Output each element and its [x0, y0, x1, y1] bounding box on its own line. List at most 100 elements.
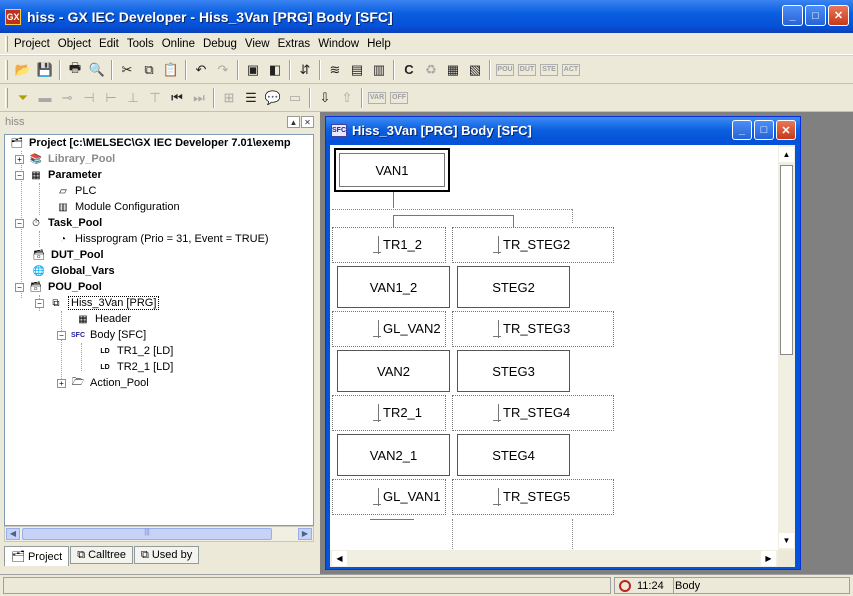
tree-item-task-pool[interactable]: − ⏱ Task_Pool: [15, 215, 102, 231]
new-step-icon[interactable]: STE: [540, 63, 558, 76]
header-icon[interactable]: ▭: [284, 87, 306, 109]
list-icon[interactable]: ☰: [240, 87, 262, 109]
tree-item-plc[interactable]: ▱ PLC: [55, 183, 96, 199]
import-icon[interactable]: ⇩: [314, 87, 336, 109]
redo-icon[interactable]: ↷: [212, 59, 234, 81]
copy-icon[interactable]: ⧉: [138, 59, 160, 81]
sfc-step-van2[interactable]: VAN2: [337, 350, 450, 392]
tab-used-by[interactable]: ⧉ Used by: [133, 546, 200, 564]
scroll-up-icon[interactable]: ▲: [779, 147, 794, 162]
new-dut-icon[interactable]: DUT: [518, 63, 536, 76]
sfc-transition-tr-steg5[interactable]: TR_STEG5: [452, 479, 614, 515]
compile-icon[interactable]: ≋: [324, 59, 346, 81]
scroll-left-icon[interactable]: ◀: [6, 528, 20, 540]
export-icon[interactable]: ⇧: [336, 87, 358, 109]
tree-horizontal-scrollbar[interactable]: ◀ ||| ▶: [4, 526, 314, 542]
variables-icon[interactable]: VAR: [368, 91, 386, 104]
collapse-icon[interactable]: −: [15, 282, 24, 292]
maximize-button[interactable]: □: [805, 5, 826, 26]
tab-project[interactable]: 🗂 Project: [4, 546, 70, 566]
offline-icon[interactable]: OFF: [390, 91, 408, 104]
expand-icon[interactable]: +: [15, 154, 24, 164]
tree-item-dut-pool[interactable]: 🗃 DUT_Pool: [31, 247, 104, 263]
comment-icon[interactable]: 💬: [262, 87, 284, 109]
sfc-transition-tr-steg2[interactable]: TR_STEG2: [452, 227, 614, 263]
toolbar-grip[interactable]: [5, 87, 8, 108]
tree-item-tr1-2[interactable]: LD TR1_2 [LD]: [97, 343, 173, 359]
menu-object[interactable]: Object: [56, 38, 97, 50]
insert-step-icon[interactable]: ⏷: [12, 87, 34, 109]
panel-minimize-icon[interactable]: ▲: [287, 116, 300, 128]
print-preview-icon[interactable]: 🔍: [86, 59, 108, 81]
panel-close-icon[interactable]: ✕: [301, 116, 314, 128]
tree-root[interactable]: 🗂 Project [c:\MELSEC\GX IEC Developer 7.…: [9, 135, 291, 151]
scroll-down-icon[interactable]: ▼: [779, 533, 794, 548]
monitor2-icon[interactable]: ▧: [464, 59, 486, 81]
expand-icon[interactable]: +: [57, 378, 66, 388]
tree-item-header[interactable]: ▦ Header: [75, 311, 131, 327]
menubar-grip[interactable]: [5, 35, 8, 52]
sfc-canvas[interactable]: VAN1 TR1_2 TR_STEG2 VAN1_2 STEG2 GL_VAN2…: [330, 145, 778, 550]
open-icon[interactable]: 📂: [12, 59, 34, 81]
tree-item-library-pool[interactable]: + 📚 Library_Pool: [15, 151, 115, 167]
save-icon[interactable]: 💾: [34, 59, 56, 81]
scroll-left-icon[interactable]: ◀: [332, 551, 347, 566]
convergence-icon[interactable]: ⊢: [100, 87, 122, 109]
tree-item-parameter[interactable]: − ▦ Parameter: [15, 167, 102, 183]
sfc-horizontal-scrollbar[interactable]: ◀ ▶: [330, 550, 778, 567]
collapse-icon[interactable]: −: [57, 330, 66, 340]
undo-icon[interactable]: ↶: [190, 59, 212, 81]
child-close-button[interactable]: ✕: [776, 120, 796, 140]
scroll-thumb[interactable]: [780, 165, 793, 355]
sfc-step-initial[interactable]: VAN1: [334, 148, 450, 192]
scroll-right-icon[interactable]: ▶: [298, 528, 312, 540]
sfc-step-steg4[interactable]: STEG4: [457, 434, 570, 476]
menu-edit[interactable]: Edit: [97, 38, 125, 50]
collapse-icon[interactable]: −: [15, 170, 24, 180]
rebuild-icon[interactable]: ▥: [368, 59, 390, 81]
tab-calltree[interactable]: ⧉ Calltree: [70, 546, 133, 564]
tree-item-pou-pool[interactable]: − 🗃 POU_Pool: [15, 279, 102, 295]
sfc-window-titlebar[interactable]: SFC Hiss_3Van [PRG] Body [SFC] _ □ ✕: [326, 117, 800, 143]
collapse-icon[interactable]: −: [35, 298, 44, 308]
tree-item-tr2-1[interactable]: LD TR2_1 [LD]: [97, 359, 173, 375]
menu-extras[interactable]: Extras: [276, 38, 317, 50]
sfc-step-van1-2[interactable]: VAN1_2: [337, 266, 450, 308]
minimize-button[interactable]: _: [782, 5, 803, 26]
app-icon[interactable]: GX: [5, 8, 21, 25]
close-button[interactable]: ✕: [828, 5, 849, 26]
new-pou-icon[interactable]: POU: [496, 63, 514, 76]
sfc-transition-gl-van2[interactable]: GL_VAN2: [332, 311, 446, 347]
collapse-icon[interactable]: −: [15, 218, 24, 228]
jump-icon[interactable]: ⊤: [144, 87, 166, 109]
menu-window[interactable]: Window: [316, 38, 365, 50]
new-action-icon[interactable]: ACT: [562, 63, 580, 76]
sfc-step-steg3[interactable]: STEG3: [457, 350, 570, 392]
parallel-icon[interactable]: ⊥: [122, 87, 144, 109]
scroll-right-icon[interactable]: ▶: [761, 551, 776, 566]
cut-icon[interactable]: ✂: [116, 59, 138, 81]
menu-debug[interactable]: Debug: [201, 38, 243, 50]
monitor-icon[interactable]: ▦: [442, 59, 464, 81]
menu-project[interactable]: Project: [12, 38, 56, 50]
print-icon[interactable]: 🖶: [64, 59, 86, 81]
insert-branch-icon[interactable]: ⊸: [56, 87, 78, 109]
zoom-icon[interactable]: ⊞: [218, 87, 240, 109]
jump-forward-icon[interactable]: ⏭: [188, 87, 210, 109]
sfc-transition-tr2-1[interactable]: TR2_1: [332, 395, 446, 431]
tree-item-module-configuration[interactable]: ▥ Module Configuration: [55, 199, 179, 215]
update-icon[interactable]: ⇵: [294, 59, 316, 81]
tree-item-action-pool[interactable]: + 🗁 Action_Pool: [57, 375, 149, 391]
properties-icon[interactable]: ▣: [242, 59, 264, 81]
tree-item-hiss-3van[interactable]: − ⧉ Hiss_3Van [PRG]: [35, 295, 160, 311]
menu-tools[interactable]: Tools: [125, 38, 160, 50]
sfc-vertical-scrollbar[interactable]: ▲ ▼: [778, 145, 795, 550]
tree-item-global-vars[interactable]: 🌐 Global_Vars: [31, 263, 115, 279]
toolbar-grip[interactable]: [5, 59, 8, 80]
sfc-step-van2-1[interactable]: VAN2_1: [337, 434, 450, 476]
menu-view[interactable]: View: [243, 38, 276, 50]
sfc-transition-tr1-2[interactable]: TR1_2: [332, 227, 446, 263]
transfer-icon[interactable]: ♻: [420, 59, 442, 81]
build-icon[interactable]: ▤: [346, 59, 368, 81]
tree-item-hissprogram[interactable]: ◔ Hissprogram (Prio = 31, Event = TRUE): [55, 231, 269, 247]
